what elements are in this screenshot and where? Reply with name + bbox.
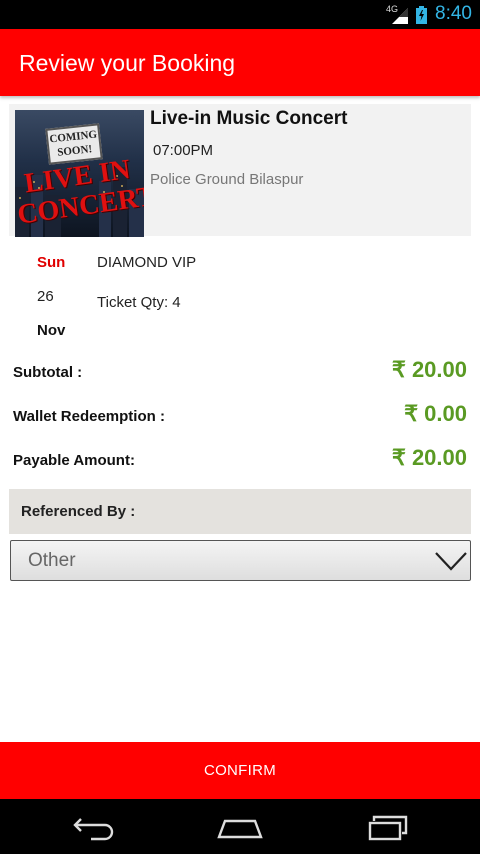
event-poster: COMING SOON! LIVE IN CONCERT [15, 110, 144, 237]
payable-amount-label: Payable Amount: [13, 452, 135, 469]
subtotal-label: Subtotal : [13, 364, 83, 381]
home-icon[interactable] [215, 811, 265, 843]
chevron-down-icon [435, 552, 467, 571]
wallet-redemption-label: Wallet Redeemption : [13, 408, 165, 425]
event-date: 26 [37, 288, 54, 305]
payable-amount-value: ₹ 20.00 [391, 445, 467, 470]
confirm-button[interactable]: CONFIRM [0, 742, 480, 799]
referenced-by-label: Referenced By : [21, 503, 136, 520]
event-day: Sun [37, 254, 66, 271]
referenced-by-dropdown[interactable]: Other [10, 540, 471, 581]
event-time: 07:00PM [153, 142, 214, 159]
page-title: Review your Booking [19, 50, 236, 76]
event-title: Live-in Music Concert [150, 108, 348, 129]
event-venue: Police Ground Bilaspur [150, 171, 304, 188]
event-month: Nov [37, 322, 66, 339]
recent-apps-icon[interactable] [364, 811, 414, 843]
wallet-redemption-value: ₹ 0.00 [404, 401, 467, 426]
battery-icon [416, 6, 427, 24]
subtotal-value: ₹ 20.00 [391, 357, 467, 382]
back-icon[interactable] [69, 811, 119, 843]
referenced-by-selected-value: Other [28, 550, 76, 571]
clock: 8:40 [435, 3, 472, 24]
ticket-type: DIAMOND VIP [97, 254, 197, 271]
signal-icon: 4G [386, 4, 408, 24]
app-bar: Review your Booking [0, 29, 480, 96]
status-bar: 4G 8:40 [0, 0, 480, 29]
referenced-by-header: Referenced By : [9, 489, 471, 534]
system-nav-bar [0, 799, 480, 854]
ticket-quantity: Ticket Qty: 4 [97, 294, 181, 311]
